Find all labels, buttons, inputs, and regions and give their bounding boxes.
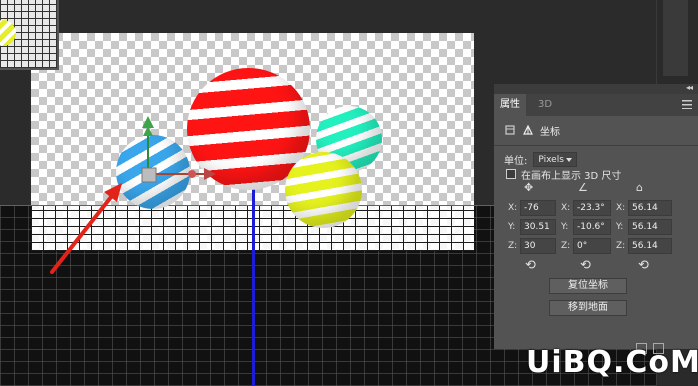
coordinates-icon[interactable]: [522, 124, 534, 136]
x-label: X:: [561, 203, 571, 213]
rotate-icon: ∠: [578, 181, 588, 194]
gizmo-center-cube: [141, 167, 157, 183]
unit-select[interactable]: Pixels: [533, 151, 578, 167]
column-icons: ✥ ∠ ⌂: [494, 181, 698, 197]
panel-menu-icon[interactable]: [682, 99, 692, 109]
reset-coordinates-button[interactable]: 复位坐标: [549, 278, 627, 294]
thumbnail-sphere: [0, 20, 16, 46]
watermark: UiBQ.CoM: [526, 345, 698, 380]
mesh-icon[interactable]: [504, 124, 516, 136]
z-axis-line: [252, 160, 255, 386]
z-label: Z:: [508, 241, 518, 251]
position-x-field[interactable]: -76: [520, 200, 556, 216]
z-label: Z:: [561, 241, 571, 251]
tab-3d[interactable]: 3D: [532, 94, 558, 116]
z-row: Z: 30 Z: 0° Z: 56.14: [494, 238, 698, 255]
reset-rotation-icon[interactable]: ⟲: [580, 258, 591, 273]
x-row: X: -76 X: -23.3° X: 56.14: [494, 200, 698, 217]
y-label: Y:: [616, 222, 624, 232]
transform-gizmo[interactable]: [130, 112, 230, 202]
show-3d-size-checkbox[interactable]: [506, 169, 516, 179]
tab-properties[interactable]: 属性: [494, 94, 526, 116]
unit-label: 单位:: [504, 155, 528, 167]
reset-icons-row: ⟲ ⟲ ⟲: [494, 258, 698, 274]
position-z-field[interactable]: 30: [520, 238, 556, 254]
rotation-y-field[interactable]: -10.6°: [573, 219, 611, 235]
show-3d-size-row: 在画布上显示 3D 尺寸: [506, 167, 622, 182]
reset-position-icon[interactable]: ⟲: [525, 258, 536, 273]
rotation-z-field[interactable]: 0°: [573, 238, 611, 254]
y-row: Y: 30.51 Y: -10.6° Y: 56.14: [494, 219, 698, 236]
move-icon: ✥: [524, 181, 534, 194]
z-label: Z:: [616, 241, 626, 251]
section-title: 坐标: [540, 126, 560, 138]
scale-z-field[interactable]: 56.14: [628, 238, 672, 254]
panel-title-bar: ◂◂: [494, 83, 698, 94]
y-label: Y:: [508, 222, 516, 232]
scale-icon: ⌂: [636, 181, 643, 194]
collapse-panel-icon[interactable]: ◂◂: [686, 83, 693, 92]
unit-row: 单位: Pixels: [504, 151, 578, 167]
reset-scale-icon[interactable]: ⟲: [638, 258, 649, 273]
yellow-striped-sphere[interactable]: [285, 152, 362, 228]
panel-divider: [494, 145, 698, 146]
x-label: X:: [508, 203, 518, 213]
navigator-thumbnail[interactable]: [0, 0, 59, 70]
scale-y-field[interactable]: 56.14: [628, 219, 672, 235]
x-label: X:: [616, 203, 626, 213]
scale-x-field[interactable]: 56.14: [628, 200, 672, 216]
move-to-ground-button[interactable]: 移到地面: [549, 300, 627, 316]
show-3d-size-label: 在画布上显示 3D 尺寸: [521, 170, 622, 182]
panel-tabs: 属性 3D: [494, 94, 698, 116]
y-label: Y:: [561, 222, 569, 232]
rotation-x-field[interactable]: -23.3°: [573, 200, 611, 216]
section-header: 坐标: [504, 122, 560, 138]
gizmo-x-arrow: [204, 168, 216, 180]
right-scrollbar[interactable]: [663, 0, 688, 76]
properties-panel: ◂◂ 属性 3D 坐标 单位: Pixels 在画布上显示 3D 尺寸 ✥ ∠ …: [494, 83, 698, 349]
position-y-field[interactable]: 30.51: [520, 219, 556, 235]
